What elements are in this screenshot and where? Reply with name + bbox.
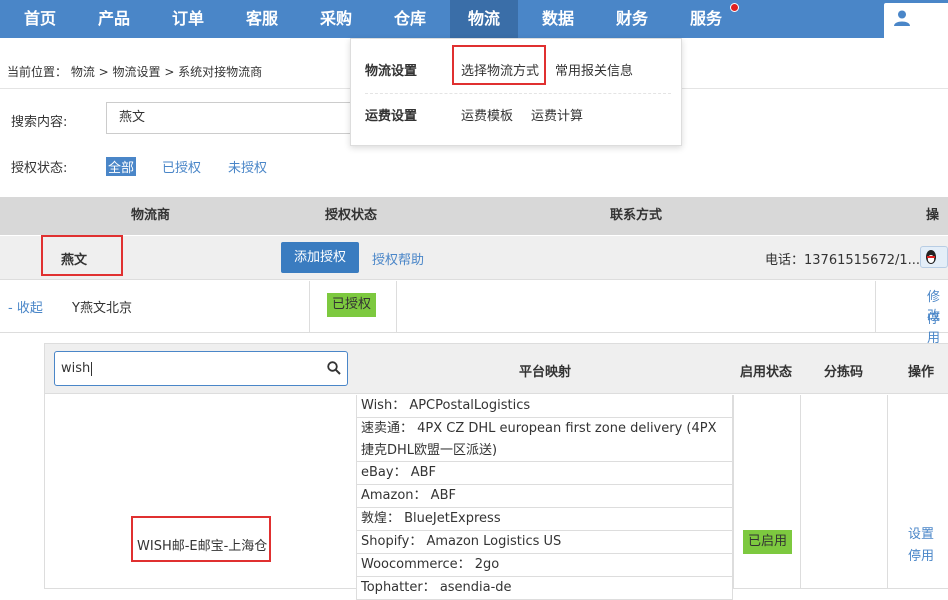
nav-purchase[interactable]: 采购 <box>314 0 358 38</box>
auth-filter-label: 授权状态: <box>11 161 68 176</box>
qq-penguin-icon <box>926 250 936 264</box>
qq-icon[interactable] <box>920 246 948 268</box>
nav-home[interactable]: 首页 <box>18 0 62 38</box>
nav-products[interactable]: 产品 <box>92 0 136 38</box>
account-name: Y燕文北京 <box>72 301 132 316</box>
filter-unauthorized[interactable]: 未授权 <box>228 157 267 176</box>
col-enabled-status: 启用状态 <box>740 365 793 380</box>
menu-divider <box>365 93 671 94</box>
account-row <box>0 281 948 333</box>
add-auth-button[interactable]: 添加授权 <box>281 242 359 273</box>
auth-help-link[interactable]: 授权帮助 <box>372 249 424 268</box>
nav-data[interactable]: 数据 <box>536 0 580 38</box>
text-cursor <box>91 361 93 376</box>
collapse-link[interactable]: - 收起 <box>8 297 43 316</box>
menu-group-logistics-settings: 物流设置 <box>365 64 418 79</box>
method-search-input[interactable]: wish <box>54 351 348 386</box>
row-divider <box>875 281 876 333</box>
mapping-row: Wish： APCPostalLogistics <box>356 395 733 418</box>
filter-all[interactable]: 全部 <box>106 157 137 176</box>
highlight-method <box>131 516 271 562</box>
col-contact: 联系方式 <box>610 208 663 223</box>
status-badge: 已授权 <box>327 293 376 317</box>
method-search-value: wish <box>61 361 91 376</box>
method-disable-link[interactable]: 停用 <box>908 545 934 564</box>
enabled-badge: 已启用 <box>743 530 792 554</box>
mapping-row: Shopify： Amazon Logistics US <box>356 531 733 554</box>
nav-services[interactable]: 服务 <box>684 0 728 38</box>
nav-warehouse[interactable]: 仓库 <box>388 0 432 38</box>
mapping-row: 速卖通： 4PX CZ DHL european first zone deli… <box>356 418 733 462</box>
nav-orders[interactable]: 订单 <box>166 0 210 38</box>
search-icon[interactable] <box>327 361 341 375</box>
row-divider <box>396 281 397 333</box>
provider-phone: 电话：13761515672/1... <box>765 253 921 268</box>
mapping-row: eBay： ABF <box>356 462 733 485</box>
row-divider <box>309 281 310 333</box>
col-provider: 物流商 <box>131 208 171 223</box>
notification-dot <box>730 3 739 12</box>
logistics-dropdown-menu: 物流设置 选择物流方式 常用报关信息 运费设置 运费模板 运费计算 <box>350 38 682 146</box>
mapping-row: 敦煌： BlueJetExpress <box>356 508 733 531</box>
mapping-row: Woocommerce： 2go <box>356 554 733 577</box>
nav-service[interactable]: 客服 <box>240 0 284 38</box>
col-divider <box>887 395 888 589</box>
col-auth-status: 授权状态 <box>325 208 378 223</box>
menu-item-customs-info[interactable]: 常用报关信息 <box>555 60 633 79</box>
col-actions: 操作 <box>926 208 940 261</box>
nav-logistics[interactable]: 物流 <box>450 0 518 38</box>
search-input[interactable]: 燕文 <box>106 102 366 134</box>
highlight-select-method <box>452 45 546 85</box>
method-settings-link[interactable]: 设置 <box>908 523 934 542</box>
menu-item-freight-template[interactable]: 运费模板 <box>461 105 513 124</box>
menu-item-freight-calc[interactable]: 运费计算 <box>531 105 583 124</box>
search-label: 搜索内容: <box>11 115 68 130</box>
col-inner-actions: 操作 <box>908 365 935 380</box>
filter-authorized[interactable]: 已授权 <box>162 157 201 176</box>
nav-finance[interactable]: 财务 <box>610 0 654 38</box>
col-platform-mapping: 平台映射 <box>519 365 572 380</box>
user-icon[interactable] <box>893 9 911 27</box>
mapping-row: Amazon： ABF <box>356 485 733 508</box>
highlight-provider <box>41 235 123 276</box>
col-sort-code: 分拣码 <box>824 365 864 380</box>
menu-group-freight-settings: 运费设置 <box>365 109 418 124</box>
col-divider <box>800 395 801 589</box>
col-divider <box>733 395 734 589</box>
disable-account-link[interactable]: 停用 <box>927 308 948 346</box>
